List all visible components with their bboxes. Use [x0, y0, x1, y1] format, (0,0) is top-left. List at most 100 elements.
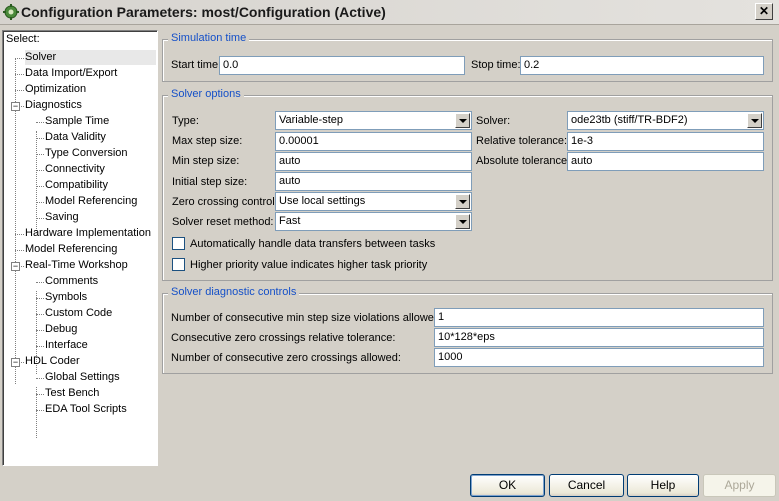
auto-transfer-label: Automatically handle data transfers betw…: [190, 238, 436, 250]
tree-connector: [36, 138, 44, 139]
tree-connector: [36, 394, 44, 395]
tree-header: Select:: [6, 33, 40, 45]
tree-connector: [36, 122, 44, 123]
close-icon: ✕: [758, 4, 770, 18]
tree-item[interactable]: Debug: [45, 322, 77, 337]
simulation-time-title: Simulation time: [168, 32, 250, 44]
min-step-label: Min step size:: [172, 155, 240, 167]
zc-relative-tolerance-label: Consecutive zero crossings relative tole…: [171, 332, 396, 344]
tree-connector: [36, 186, 44, 187]
tree-item[interactable]: Compatibility: [45, 178, 108, 193]
tree-item[interactable]: Global Settings: [45, 370, 120, 385]
tree-item[interactable]: Hardware Implementation: [25, 226, 151, 241]
absolute-tolerance-field[interactable]: auto: [567, 152, 764, 171]
tree-connector: [15, 90, 24, 91]
tree-item[interactable]: Model Referencing: [45, 194, 137, 209]
tree-connector: [36, 298, 44, 299]
gear-app-icon: [3, 4, 19, 20]
max-step-field[interactable]: 0.00001: [275, 132, 472, 151]
start-time-label: Start time:: [171, 59, 222, 71]
collapse-icon[interactable]: −: [11, 262, 20, 271]
min-step-violations-label: Number of consecutive min step size viol…: [171, 312, 444, 324]
zero-crossing-value: Use local settings: [279, 195, 366, 207]
solver-reset-select[interactable]: Fast: [275, 212, 472, 231]
diagnostic-controls-title: Solver diagnostic controls: [168, 286, 300, 298]
solver-reset-value: Fast: [279, 215, 301, 227]
solver-reset-label: Solver reset method:: [172, 216, 274, 228]
chevron-down-icon[interactable]: [455, 194, 470, 209]
type-select-value: Variable-step: [279, 114, 343, 126]
apply-button[interactable]: Apply: [703, 474, 776, 497]
tree-item[interactable]: Data Validity: [45, 130, 106, 145]
tree-connector: [36, 314, 44, 315]
collapse-icon[interactable]: −: [11, 358, 20, 367]
tree-connector: [15, 58, 24, 59]
close-button[interactable]: ✕: [755, 3, 773, 20]
solver-select-value: ode23tb (stiff/TR-BDF2): [571, 114, 688, 126]
tree-item[interactable]: Comments: [45, 274, 98, 289]
tree-connector: [15, 234, 24, 235]
tree-connector: [36, 346, 44, 347]
settings-tree[interactable]: Select: Solver Data Import/Export Optimiza…: [2, 30, 158, 466]
initial-step-field[interactable]: auto: [275, 172, 472, 191]
tree-item[interactable]: Sample Time: [45, 114, 109, 129]
start-time-field[interactable]: 0.0: [219, 56, 465, 75]
tree-item[interactable]: Saving: [45, 210, 79, 225]
tree-item[interactable]: EDA Tool Scripts: [45, 402, 127, 417]
tree-connector: [36, 170, 44, 171]
stop-time-field[interactable]: 0.2: [520, 56, 764, 75]
tree-connector: [36, 378, 44, 379]
stop-time-label: Stop time:: [471, 59, 521, 71]
chevron-down-icon[interactable]: [455, 214, 470, 229]
tree-connector: [36, 218, 44, 219]
window-title: Configuration Parameters: most/Configura…: [21, 4, 386, 20]
tree-connector: [36, 410, 44, 411]
solver-label: Solver:: [476, 115, 511, 127]
tree-item[interactable]: Connectivity: [45, 162, 105, 177]
collapse-icon[interactable]: −: [11, 102, 20, 111]
tree-item[interactable]: HDL Coder: [25, 354, 80, 369]
type-label: Type:: [172, 115, 199, 127]
zero-crossing-label: Zero crossing control:: [172, 196, 278, 208]
max-step-label: Max step size:: [172, 135, 243, 147]
title-bar[interactable]: Configuration Parameters: most/Configura…: [0, 0, 779, 25]
relative-tolerance-field[interactable]: 1e-3: [567, 132, 764, 151]
tree-item[interactable]: Type Conversion: [45, 146, 128, 161]
absolute-tolerance-label: Absolute tolerance:: [476, 155, 571, 167]
tree-connector: [15, 250, 24, 251]
type-select[interactable]: Variable-step: [275, 111, 472, 130]
tree-item[interactable]: Interface: [45, 338, 88, 353]
auto-transfer-checkbox[interactable]: [172, 237, 185, 250]
min-step-violations-field[interactable]: 1: [434, 308, 764, 327]
zc-relative-tolerance-field[interactable]: 10*128*eps: [434, 328, 764, 347]
tree-item[interactable]: Real-Time Workshop: [25, 258, 128, 273]
help-button[interactable]: Help: [627, 474, 699, 497]
chevron-down-icon[interactable]: [455, 113, 470, 128]
tree-connector: [15, 74, 24, 75]
zc-allowed-label: Number of consecutive zero crossings all…: [171, 352, 401, 364]
tree-item[interactable]: Symbols: [45, 290, 87, 305]
min-step-field[interactable]: auto: [275, 152, 472, 171]
tree-connector: [36, 330, 44, 331]
tree-connector: [36, 202, 44, 203]
tree-item[interactable]: Test Bench: [45, 386, 99, 401]
priority-checkbox[interactable]: [172, 258, 185, 271]
priority-label: Higher priority value indicates higher t…: [190, 259, 428, 271]
tree-item[interactable]: Solver: [25, 50, 156, 65]
zero-crossing-select[interactable]: Use local settings: [275, 192, 472, 211]
tree-item[interactable]: Data Import/Export: [25, 66, 117, 81]
tree-connector: [36, 154, 44, 155]
tree-item[interactable]: Custom Code: [45, 306, 112, 321]
relative-tolerance-label: Relative tolerance:: [476, 135, 568, 147]
tree-connector: [36, 282, 44, 283]
zc-allowed-field[interactable]: 1000: [434, 348, 764, 367]
cancel-button[interactable]: Cancel: [549, 474, 624, 497]
tree-item[interactable]: Diagnostics: [25, 98, 82, 113]
tree-item[interactable]: Model Referencing: [25, 242, 117, 257]
tree-item[interactable]: Optimization: [25, 82, 86, 97]
solver-options-title: Solver options: [168, 88, 244, 100]
solver-select[interactable]: ode23tb (stiff/TR-BDF2): [567, 111, 764, 130]
chevron-down-icon[interactable]: [747, 113, 762, 128]
initial-step-label: Initial step size:: [172, 176, 248, 188]
ok-button[interactable]: OK: [470, 474, 545, 497]
